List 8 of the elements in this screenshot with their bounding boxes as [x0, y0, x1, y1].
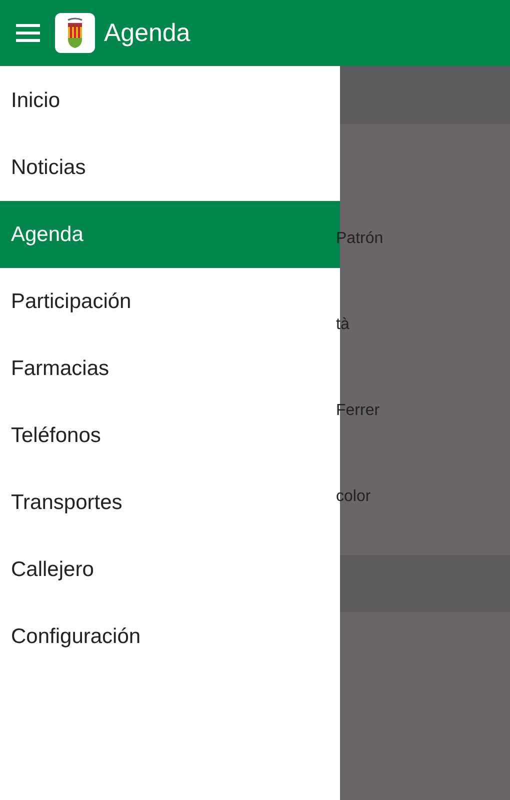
drawer-item[interactable]: Farmacias — [0, 335, 340, 402]
menu-icon[interactable] — [16, 23, 40, 43]
drawer-item[interactable]: Inicio — [0, 67, 340, 134]
drawer-item[interactable]: Callejero — [0, 536, 340, 603]
drawer-item[interactable]: Noticias — [0, 134, 340, 201]
app-title: Agenda — [104, 18, 190, 48]
crest-logo-icon — [55, 13, 95, 53]
drawer-item[interactable]: Configuración — [0, 603, 340, 670]
